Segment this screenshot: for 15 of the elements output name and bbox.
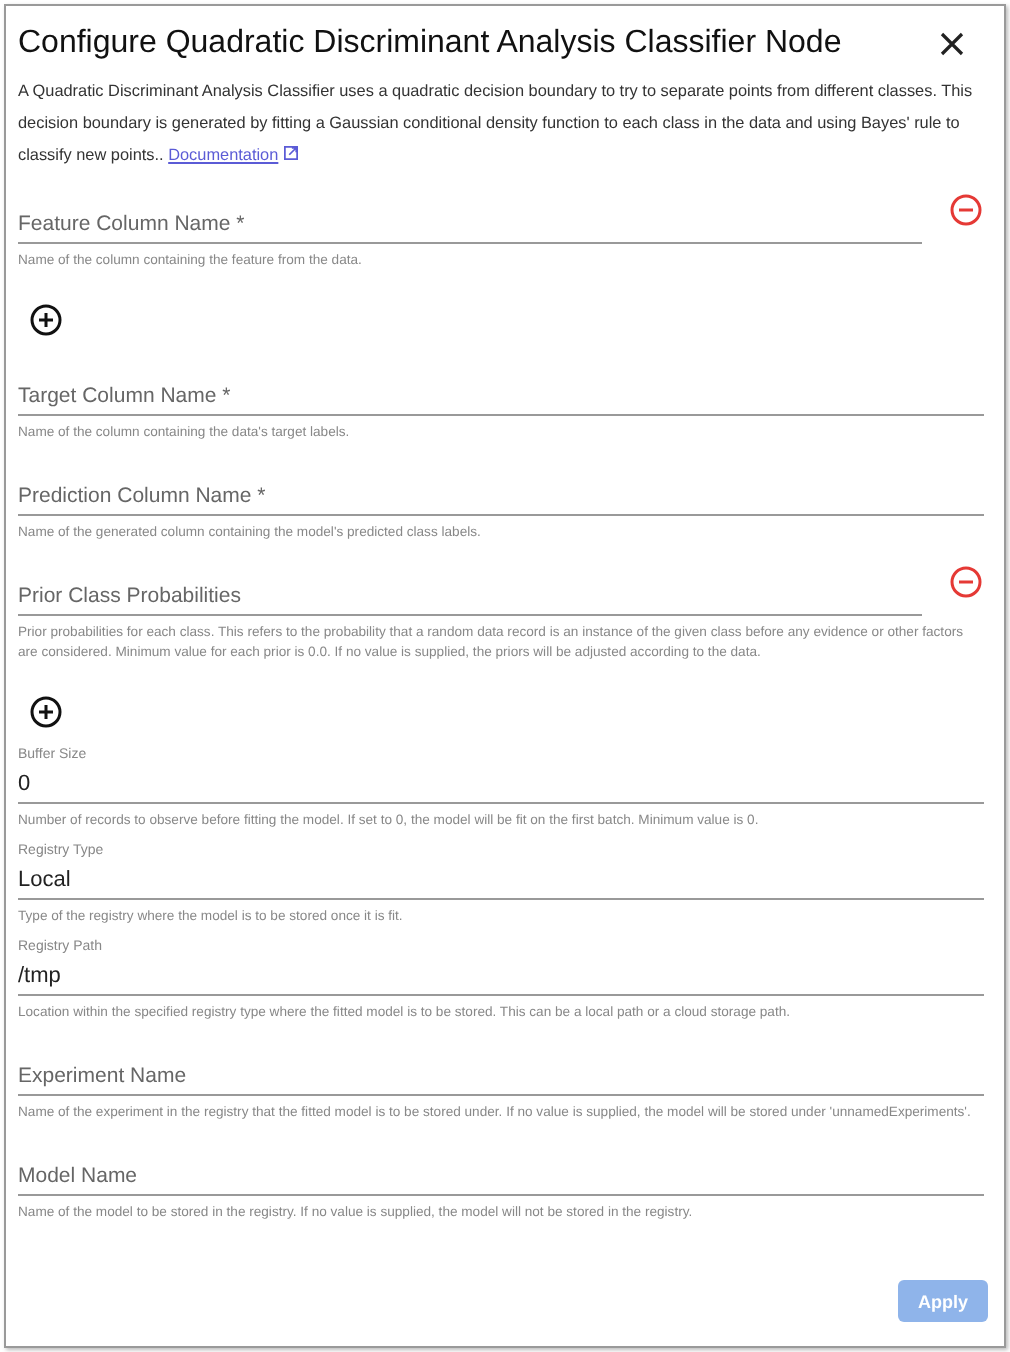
dialog-title: Configure Quadratic Discriminant Analysis Classifier Node <box>18 26 842 62</box>
input-field[interactable]: Experiment Name <box>18 1048 984 1096</box>
input-field[interactable]: Target Column Name * <box>18 368 984 416</box>
remove-icon[interactable] <box>950 566 982 598</box>
documentation-link[interactable]: Documentation <box>168 146 299 164</box>
input-field[interactable]: Feature Column Name * <box>18 196 922 244</box>
input-field[interactable]: Model Name <box>18 1148 984 1196</box>
add-icon[interactable] <box>30 696 62 728</box>
remove-icon[interactable] <box>950 194 982 226</box>
description-text: A Quadratic Discriminant Analysis Classifier uses a quadratic decision boundary to try to separate points from different classes. This decision boundary is generated by fitting a Gaussian conditional density function to each class in the data and using Bayes' rule to classify new points.. Documentation <box>18 80 975 168</box>
add-icon[interactable] <box>30 304 62 336</box>
external-link-icon[interactable] <box>284 146 299 160</box>
input-field[interactable]: Prior Class Probabilities <box>18 568 922 616</box>
close-icon[interactable] <box>940 32 964 56</box>
input-field[interactable]: Prediction Column Name * <box>18 468 984 516</box>
